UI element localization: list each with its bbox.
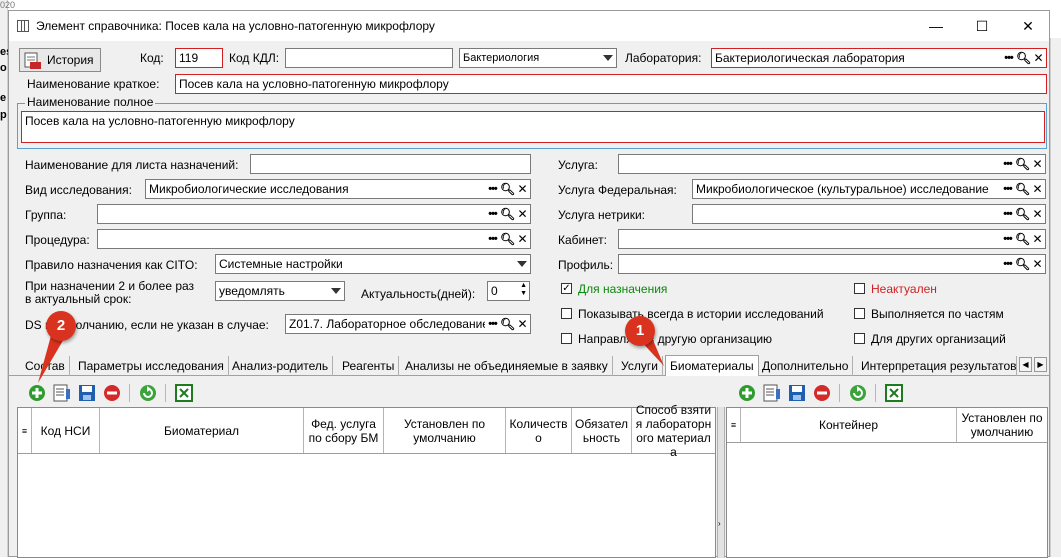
annotation-pointers bbox=[38, 332, 664, 383]
annotation-marker-2: 2 bbox=[46, 311, 76, 341]
annotation-marker-1: 1 bbox=[625, 316, 655, 346]
